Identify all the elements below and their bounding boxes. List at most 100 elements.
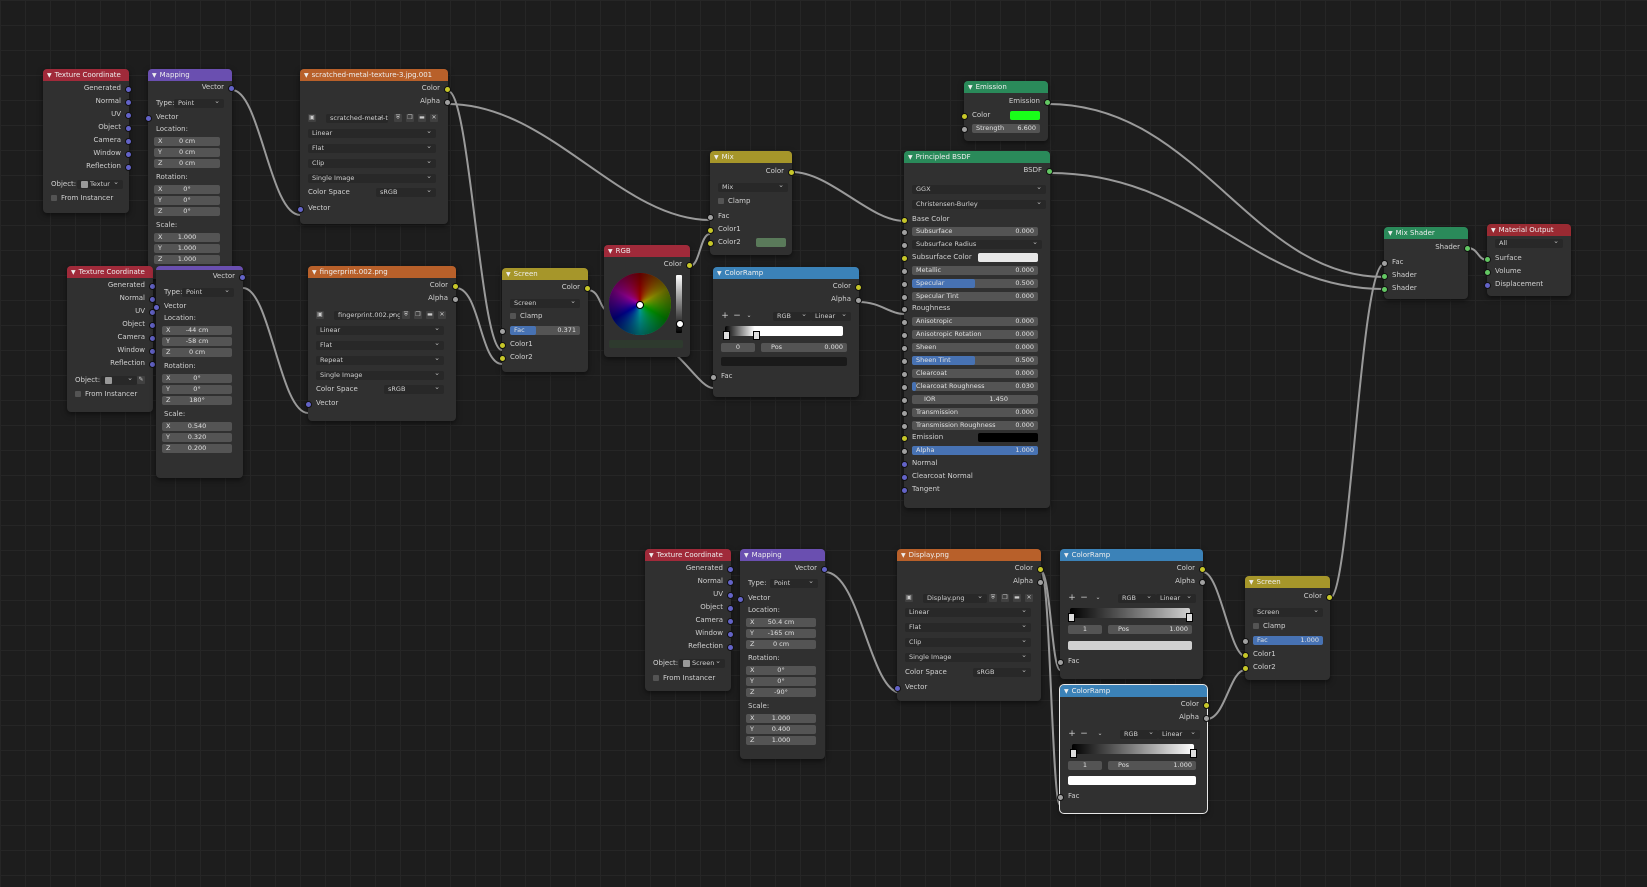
fake-user-icon[interactable]: ⛨ xyxy=(394,114,402,122)
scale-y[interactable]: Y 1.000 xyxy=(154,244,220,253)
ior-field[interactable]: IOR 1.450 xyxy=(912,395,1038,404)
socket-color1-in[interactable] xyxy=(1242,652,1249,659)
socket-color2-in[interactable] xyxy=(707,240,714,247)
from-instancer-row[interactable]: From Instancer xyxy=(43,193,129,204)
rotation-z[interactable]: Z 180° xyxy=(162,396,232,405)
node-header[interactable]: ▼ Emission xyxy=(964,81,1048,93)
rotation-x[interactable]: X 0° xyxy=(746,666,816,675)
socket-vector-in[interactable] xyxy=(297,206,304,213)
socket-vector-in[interactable] xyxy=(153,304,160,311)
socket-alpha-out[interactable] xyxy=(1199,579,1206,586)
socket-color-out[interactable] xyxy=(1203,702,1210,709)
location-y[interactable]: Y -165 cm xyxy=(746,629,816,638)
collapse-arrow-icon[interactable]: ▼ xyxy=(1249,579,1254,586)
color-space-dropdown[interactable]: sRGB xyxy=(376,188,436,197)
from-instancer-row[interactable]: From Instancer xyxy=(645,673,731,684)
ramp-stop-handle[interactable] xyxy=(753,331,760,340)
socket-fac-in[interactable] xyxy=(1057,659,1064,666)
socket-normal[interactable] xyxy=(125,99,132,106)
color-ramp-gradient[interactable] xyxy=(1072,744,1194,754)
socket-camera[interactable] xyxy=(125,138,132,145)
socket-displacement-in[interactable] xyxy=(1484,282,1491,289)
socket-normal[interactable] xyxy=(149,296,156,303)
fake-user-icon[interactable]: ⛨ xyxy=(402,311,410,319)
collapse-arrow-icon[interactable]: ▼ xyxy=(152,72,157,79)
socket-uv[interactable] xyxy=(727,592,734,599)
node-colorramp-2[interactable]: ▼ColorRamp Color Alpha + − ⌄ RGB Linear … xyxy=(1057,549,1206,679)
node-header[interactable]: ▼ Texture Coordinate xyxy=(67,266,153,278)
socket-metallic-in[interactable] xyxy=(901,268,908,275)
emission-swatch[interactable] xyxy=(978,433,1038,442)
clearcoat-field[interactable]: Clearcoat 0.000 xyxy=(912,369,1038,378)
type-dropdown[interactable]: Point xyxy=(770,579,818,588)
close-icon[interactable]: ✕ xyxy=(1025,594,1033,602)
node-texture-coordinate-1[interactable]: ▼ Texture Coordinate Generated Normal UV … xyxy=(43,69,132,213)
duplicate-icon[interactable]: ❐ xyxy=(406,114,414,122)
source-dropdown[interactable]: Single Image xyxy=(905,653,1031,662)
source-dropdown[interactable]: Single Image xyxy=(316,371,444,380)
socket-uv[interactable] xyxy=(125,112,132,119)
image-browse-icon[interactable]: ▣ xyxy=(905,594,913,602)
socket-color1-in[interactable] xyxy=(707,227,714,234)
node-mapping-2[interactable]: Vector Type: Point Vector Location: X -44… xyxy=(153,266,246,478)
object-field[interactable]: Screen xyxy=(679,659,725,668)
socket-color-out[interactable] xyxy=(1037,566,1044,573)
clamp-row[interactable]: Clamp xyxy=(502,311,588,322)
extension-dropdown[interactable]: Clip xyxy=(308,159,436,168)
interpolation-dropdown[interactable]: Linear xyxy=(905,608,1031,617)
projection-dropdown[interactable]: Flat xyxy=(905,623,1031,632)
stop-position-field[interactable]: Pos 1.000 xyxy=(1108,625,1192,634)
socket-fac-in[interactable] xyxy=(1242,638,1249,645)
socket-window[interactable] xyxy=(727,631,734,638)
alpha-field[interactable]: Alpha 1.000 xyxy=(912,446,1038,455)
location-x[interactable]: X -44 cm xyxy=(162,326,232,335)
object-field[interactable] xyxy=(101,376,137,385)
specular-tint-field[interactable]: Specular Tint 0.000 xyxy=(912,292,1038,301)
node-screen-2[interactable]: ▼Screen Color Screen Clamp Fac1.000 Colo… xyxy=(1242,576,1333,680)
scale-z[interactable]: Z 0.200 xyxy=(162,444,232,453)
sheen-tint-field[interactable]: Sheen Tint 0.500 xyxy=(912,356,1038,365)
color-preview[interactable] xyxy=(609,340,683,348)
socket-emission-out[interactable] xyxy=(1044,99,1051,106)
node-header[interactable]: ▼ Screen xyxy=(502,268,588,280)
strength-field[interactable]: Strength 6.600 xyxy=(972,124,1040,133)
emission-color-swatch[interactable] xyxy=(1010,111,1040,120)
collapse-arrow-icon[interactable]: ▼ xyxy=(304,72,309,79)
rotation-y[interactable]: Y 0° xyxy=(746,677,816,686)
image-name-field[interactable]: Display.png xyxy=(923,594,987,603)
interpolation-dropdown[interactable]: Linear xyxy=(811,312,851,321)
from-instancer-checkbox[interactable] xyxy=(653,675,659,681)
socket-surface-in[interactable] xyxy=(1484,256,1491,263)
socket-volume-in[interactable] xyxy=(1484,269,1491,276)
collapse-arrow-icon[interactable]: ▼ xyxy=(714,154,719,161)
socket-vector-in[interactable] xyxy=(305,401,312,408)
socket-normal[interactable] xyxy=(727,579,734,586)
socket-vector-out[interactable] xyxy=(228,85,235,92)
node-colorramp-1[interactable]: ▼ColorRamp Color Alpha + − ⌄ RGB Linear … xyxy=(710,267,862,397)
clamp-checkbox[interactable] xyxy=(718,198,724,204)
transmission-roughness-field[interactable]: Transmission Roughness 0.000 xyxy=(912,421,1038,430)
image-browse-icon[interactable]: ▣ xyxy=(308,114,316,122)
socket-object[interactable] xyxy=(727,605,734,612)
anisotropic-field[interactable]: Anisotropic 0.000 xyxy=(912,317,1038,326)
rotation-x[interactable]: X 0° xyxy=(162,374,232,383)
projection-dropdown[interactable]: Flat xyxy=(316,341,444,350)
from-instancer-checkbox[interactable] xyxy=(51,195,57,201)
remove-stop-icon[interactable]: − xyxy=(733,312,741,321)
source-dropdown[interactable]: Single Image xyxy=(308,174,436,183)
socket-color-in[interactable] xyxy=(961,113,968,120)
color-ramp-gradient[interactable] xyxy=(725,326,843,336)
scale-z[interactable]: Z 1.000 xyxy=(746,736,816,745)
chevron-down-icon[interactable]: ⌄ xyxy=(1096,730,1104,738)
collapse-arrow-icon[interactable]: ▼ xyxy=(908,154,913,161)
scale-x[interactable]: X 0.540 xyxy=(162,422,232,431)
node-material-output[interactable]: ▼Material Output All Surface Volume Disp… xyxy=(1484,224,1571,296)
remove-stop-icon[interactable]: − xyxy=(1080,594,1088,603)
location-y[interactable]: Y 0 cm xyxy=(154,148,220,157)
ramp-stop-handle[interactable] xyxy=(1068,613,1075,622)
open-folder-icon[interactable]: ▬ xyxy=(418,114,426,122)
socket-reflection[interactable] xyxy=(149,361,156,368)
color-space-dropdown[interactable]: sRGB xyxy=(384,385,444,394)
open-folder-icon[interactable]: ▬ xyxy=(426,311,434,319)
socket-anisotropic-rotation-in[interactable] xyxy=(901,332,908,339)
